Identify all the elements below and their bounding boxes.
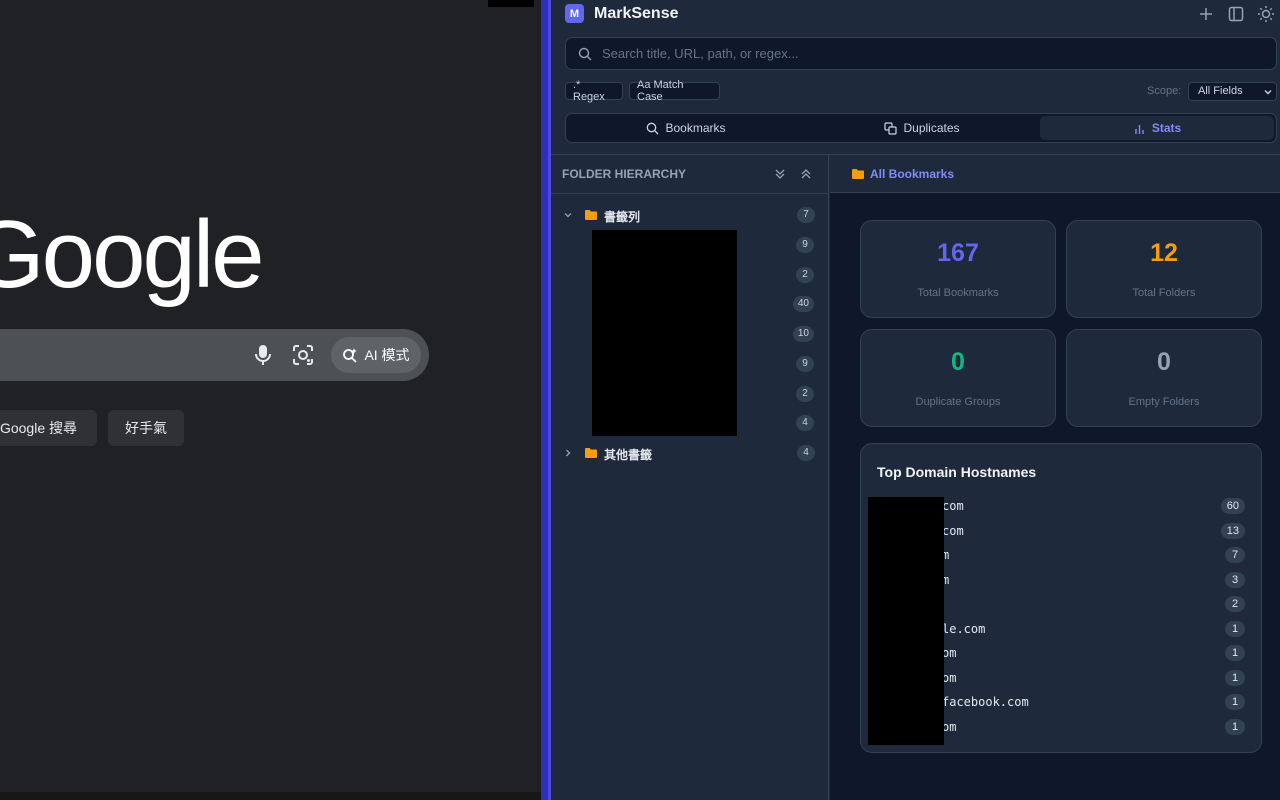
collapse-all-icon[interactable]	[799, 167, 813, 181]
domain-name: om	[942, 720, 957, 734]
search-icon	[647, 122, 659, 134]
stat-value: 12	[1150, 239, 1178, 267]
stat-value: 0	[1157, 348, 1171, 376]
domain-count: 13	[1220, 523, 1245, 539]
microphone-icon[interactable]	[252, 343, 274, 367]
regex-toggle[interactable]: .* Regex	[565, 79, 623, 103]
sidebar-toggle-icon[interactable]	[1227, 5, 1245, 23]
stat-card-total-folders: 12 Total Folders	[1066, 220, 1262, 318]
footer-bar	[0, 792, 541, 800]
copy-icon	[884, 121, 898, 135]
chevron-down-icon[interactable]	[562, 209, 574, 221]
google-page: Google AI 模式 Google 搜尋 好手氣	[0, 0, 541, 800]
folder-count: 2	[796, 386, 814, 402]
domain-name: facebook.com	[942, 695, 1029, 709]
stat-label: Empty Folders	[1128, 396, 1200, 408]
folder-count: 9	[796, 237, 814, 253]
ai-mode-label: AI 模式	[364, 347, 410, 363]
folder-count: 4	[797, 445, 815, 461]
stat-card-total-bookmarks: 167 Total Bookmarks	[860, 220, 1056, 318]
view-tabs: Bookmarks Duplicates Stats	[565, 113, 1277, 143]
domain-name: om	[942, 646, 957, 660]
folder-count: 9	[796, 356, 814, 372]
search-field[interactable]	[565, 37, 1277, 70]
stats-view: All Bookmarks 167 Total Bookmarks 12 Tot…	[830, 155, 1280, 800]
google-logo: Google	[0, 201, 265, 308]
folder-icon	[852, 169, 864, 179]
search-icon	[578, 47, 592, 61]
scope-select[interactable]: All Fields	[1188, 82, 1277, 101]
top-domains-card: Top Domain Hostnames com 60 com 13 m 7 m…	[860, 443, 1262, 753]
bar-chart-icon	[1135, 124, 1144, 134]
domain-count: 7	[1225, 547, 1245, 563]
tab-label: Bookmarks	[665, 121, 726, 135]
chevron-right-icon[interactable]	[562, 447, 574, 459]
expand-all-icon[interactable]	[773, 167, 787, 181]
folder-count: 2	[796, 267, 814, 283]
breadcrumb: All Bookmarks	[830, 155, 1280, 193]
ai-mode-button[interactable]: AI 模式	[331, 337, 421, 373]
stat-label: Duplicate Groups	[915, 396, 1001, 408]
tab-bookmarks[interactable]: Bookmarks	[568, 116, 804, 140]
domain-name: com	[942, 499, 964, 513]
folder-icon	[585, 448, 597, 458]
chevron-down-icon	[1264, 90, 1272, 95]
redacted-block	[868, 497, 944, 745]
top-domains-title: Top Domain Hostnames	[877, 464, 1037, 480]
domain-count: 60	[1220, 498, 1245, 514]
redacted-block	[592, 230, 737, 436]
scope-label: Scope:	[1147, 85, 1182, 97]
panel-header: M MarkSense .* Regex	[551, 0, 1280, 155]
breadcrumb-all-bookmarks[interactable]: All Bookmarks	[870, 167, 954, 181]
domain-count: 1	[1225, 694, 1245, 710]
folder-tree-header: FOLDER HIERARCHY	[551, 155, 829, 194]
redacted-block	[488, 0, 534, 7]
stat-value: 167	[937, 239, 979, 267]
tab-duplicates[interactable]: Duplicates	[804, 116, 1040, 140]
app-title: MarkSense	[594, 5, 679, 22]
theme-toggle-icon[interactable]	[1257, 5, 1275, 23]
google-lens-icon[interactable]	[292, 344, 314, 366]
folder-label: 其他書籤	[604, 448, 653, 462]
stat-value: 0	[951, 348, 965, 376]
folder-count: 40	[792, 296, 814, 312]
folder-row-bookmarks-bar[interactable]: 書籤列 7	[551, 204, 829, 226]
stat-label: Total Folders	[1132, 287, 1196, 299]
domain-count: 1	[1225, 645, 1245, 661]
folder-count: 10	[792, 326, 814, 342]
scope-value: All Fields	[1198, 85, 1243, 97]
domain-name: le.com	[942, 622, 986, 636]
panel-resize-handle[interactable]	[541, 0, 551, 800]
folder-icon	[585, 210, 597, 220]
folder-label: 書籤列	[604, 210, 641, 224]
ai-search-icon	[343, 348, 358, 363]
domain-count: 2	[1225, 596, 1245, 612]
domain-count: 3	[1225, 572, 1245, 588]
domain-name: com	[942, 524, 964, 538]
plus-icon[interactable]	[1197, 5, 1215, 23]
match-case-toggle[interactable]: Aa Match Case	[629, 79, 720, 103]
folder-count: 7	[797, 207, 815, 223]
google-search-button[interactable]: Google 搜尋	[0, 410, 97, 446]
stat-card-duplicate-groups: 0 Duplicate Groups	[860, 329, 1056, 427]
folder-tree: FOLDER HIERARCHY 書籤列 7 9 2 40 10 9 2 4 其…	[551, 155, 829, 800]
domain-name: om	[942, 671, 957, 685]
stat-label: Total Bookmarks	[917, 287, 999, 299]
folder-tree-title: FOLDER HIERARCHY	[562, 167, 687, 181]
feeling-lucky-button[interactable]: 好手氣	[108, 410, 184, 446]
marksense-panel: M MarkSense .* Regex	[551, 0, 1280, 800]
stat-card-empty-folders: 0 Empty Folders	[1066, 329, 1262, 427]
domain-count: 1	[1225, 621, 1245, 637]
folder-count: 4	[796, 415, 814, 431]
tab-label: Duplicates	[903, 121, 960, 135]
search-input[interactable]	[602, 38, 1262, 69]
app-logo: M	[565, 4, 584, 23]
folder-row-other-bookmarks[interactable]: 其他書籤 4	[551, 442, 829, 464]
domain-count: 1	[1225, 719, 1245, 735]
domain-count: 1	[1225, 670, 1245, 686]
tab-label: Stats	[1151, 121, 1182, 135]
tab-stats[interactable]: Stats	[1040, 116, 1274, 140]
